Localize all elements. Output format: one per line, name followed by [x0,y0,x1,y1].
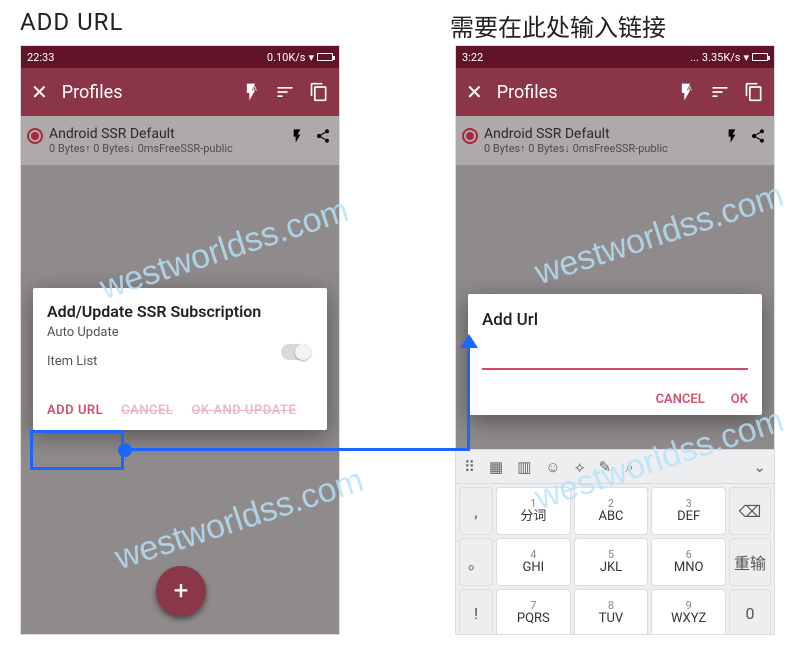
key-![interactable]: ! [459,589,493,635]
auto-update-label: Auto Update [47,325,313,340]
key-重输[interactable]: 重输 [729,538,771,586]
annotation-arrow-head [460,334,478,348]
kb-collapse-icon[interactable]: ⌄ [753,458,766,476]
app-bar: ✕ Profiles A [21,68,339,116]
profile-row[interactable]: Android SSR Default 0 Bytes↑ 0 Bytes↓ 0m… [21,116,339,165]
soft-keyboard: ⠿ ▦ ▥ ☺ ⟡ ✎ ⌕ ⌄ ,1分词2ABC3DEF⌫ 。4GHI5JKL6M… [456,449,774,634]
cancel-button[interactable]: CANCEL [656,392,705,407]
kb-voice-icon[interactable]: ⟡ [575,458,585,476]
caption-right: 需要在此处输入链接 [450,8,666,43]
profile-row[interactable]: Android SSR Default 0 Bytes↑ 0 Bytes↓ 0m… [456,116,774,165]
key-0[interactable]: 0 [729,589,771,635]
kb-emoji-icon[interactable]: ☺ [545,458,560,476]
add-url-button[interactable]: ADD URL [47,403,103,418]
appbar-title: Profiles [62,82,227,103]
app-bar: ✕ Profiles A [456,68,774,116]
status-net: 0.10K/s [267,51,306,64]
item-list-label: Item List [47,354,313,369]
flash-auto-icon[interactable]: A [676,82,696,102]
annotation-arrow [122,448,470,451]
copy-icon[interactable] [309,82,329,102]
add-fab[interactable]: + [156,566,206,616]
svg-text:A: A [688,84,693,92]
kb-layout-icon[interactable]: ▥ [517,458,531,476]
key-tuv[interactable]: 8TUV [574,589,649,635]
profile-name: Android SSR Default [49,126,283,142]
key-分词[interactable]: 1分词 [496,487,571,535]
key-abc[interactable]: 2ABC [574,487,649,535]
left-screenshot: 22:33 0.10K/s ▾ ✕ Profiles A Android SSR… [20,45,340,635]
kb-edit-icon[interactable]: ✎ [599,458,612,476]
cancel-button[interactable]: CANCEL [121,403,173,418]
key-pqrs[interactable]: 7PQRS [496,589,571,635]
url-input[interactable] [482,348,748,370]
bolt-icon[interactable] [724,128,740,144]
profile-subtitle: 0 Bytes↑ 0 Bytes↓ 0msFreeSSR-public [484,142,718,155]
flash-auto-icon[interactable]: A [241,82,261,102]
bolt-icon[interactable] [289,128,305,144]
key-def[interactable]: 3DEF [651,487,726,535]
key-,[interactable]: , [459,487,493,535]
profile-subtitle: 0 Bytes↑ 0 Bytes↓ 0msFreeSSR-public [49,142,283,155]
battery-icon [752,53,768,61]
key-ghi[interactable]: 4GHI [496,538,571,586]
dialog-title: Add/Update SSR Subscription [47,302,313,321]
caption-left: ADD URL [20,8,123,36]
add-url-dialog: Add Url CANCEL OK [468,294,762,415]
right-screenshot: 3:22 ... 3.35K/s ▾ ✕ Profiles A Android … [455,45,775,635]
ok-and-update-button[interactable]: OK AND UPDATE [191,403,296,418]
ok-button[interactable]: OK [731,392,748,407]
key-。[interactable]: 。 [459,538,493,586]
status-bar: 22:33 0.10K/s ▾ [21,46,339,68]
kb-menu-icon[interactable]: ⠿ [464,458,475,476]
battery-icon [317,53,333,61]
appbar-title: Profiles [497,82,662,103]
sort-icon[interactable] [710,82,730,102]
radio-selected-icon[interactable] [462,128,478,144]
share-icon[interactable] [750,128,766,144]
dialog-title: Add Url [482,310,748,330]
status-time: 3:22 [462,51,483,64]
sort-icon[interactable] [275,82,295,102]
key-wxyz[interactable]: 9WXYZ [651,589,726,635]
key-jkl[interactable]: 5JKL [574,538,649,586]
key-⌫[interactable]: ⌫ [729,487,771,535]
profile-name: Android SSR Default [484,126,718,142]
radio-selected-icon[interactable] [27,128,43,144]
wifi-icon: ▾ [743,51,749,64]
kb-search-icon[interactable]: ⌕ [625,458,633,476]
annotation-arrow [467,342,470,450]
close-icon[interactable]: ✕ [466,80,483,104]
share-icon[interactable] [315,128,331,144]
auto-update-switch[interactable] [281,344,311,360]
status-net: 3.35K/s [702,51,741,64]
kb-grid-icon[interactable]: ▦ [489,458,503,476]
key-mno[interactable]: 6MNO [651,538,726,586]
keyboard-toolbar: ⠿ ▦ ▥ ☺ ⟡ ✎ ⌕ ⌄ [456,450,774,484]
copy-icon[interactable] [744,82,764,102]
wifi-icon: ▾ [308,51,314,64]
highlight-add-url [30,430,124,470]
close-icon[interactable]: ✕ [31,80,48,104]
status-time: 22:33 [27,51,54,64]
status-dots: ... [690,51,699,64]
status-bar: 3:22 ... 3.35K/s ▾ [456,46,774,68]
svg-text:A: A [253,84,258,92]
ssr-subscription-dialog: Add/Update SSR Subscription Auto Update … [33,288,327,430]
